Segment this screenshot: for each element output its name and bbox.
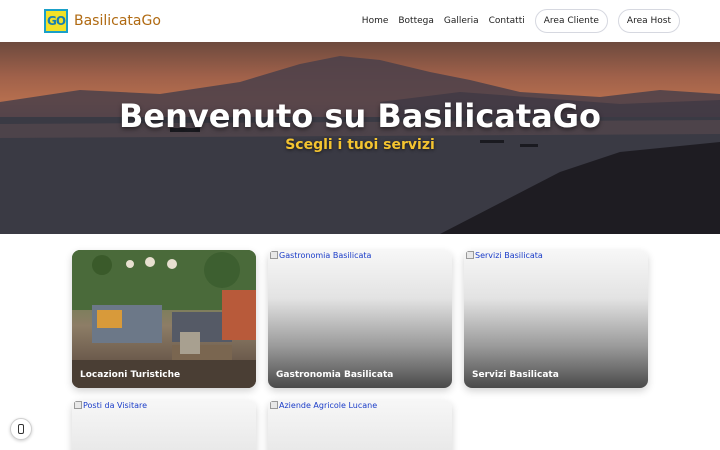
hero-banner: Benvenuto su BasilicataGo Scegli i tuoi … bbox=[0, 42, 720, 234]
card-label: Locazioni Turistiche bbox=[80, 370, 181, 380]
broken-image-icon bbox=[466, 251, 474, 259]
main-nav: Home Bottega Galleria Contatti Area Clie… bbox=[362, 9, 680, 33]
terrace-photo bbox=[72, 250, 256, 388]
logo-icon: GO bbox=[44, 9, 68, 33]
card-aziende-agricole[interactable]: Aziende Agricole Lucane bbox=[268, 400, 452, 450]
card-locazioni-turistiche[interactable]: Locazioni Turistiche bbox=[72, 250, 256, 388]
brand-name[interactable]: BasilicataGo bbox=[74, 13, 161, 29]
card-servizi[interactable]: Servizi Basilicata Servizi Basilicata bbox=[464, 250, 648, 388]
area-host-button[interactable]: Area Host bbox=[617, 9, 680, 33]
card-gastronomia[interactable]: Gastronomia Basilicata Gastronomia Basil… bbox=[268, 250, 452, 388]
site-header: GO BasilicataGo Home Bottega Galleria Co… bbox=[0, 0, 720, 42]
nav-galleria[interactable]: Galleria bbox=[444, 16, 479, 26]
floating-device-button[interactable] bbox=[10, 418, 32, 440]
card-label: Gastronomia Basilicata bbox=[276, 370, 394, 380]
broken-image-alt: Gastronomia Basilicata bbox=[270, 251, 371, 260]
card-label: Servizi Basilicata bbox=[472, 370, 559, 380]
broken-image-icon bbox=[270, 401, 278, 409]
nav-bottega[interactable]: Bottega bbox=[398, 16, 434, 26]
nav-home[interactable]: Home bbox=[362, 16, 389, 26]
broken-image-alt: Posti da Visitare bbox=[74, 401, 147, 410]
area-cliente-button[interactable]: Area Cliente bbox=[534, 9, 608, 33]
logo-link[interactable]: GO BasilicataGo bbox=[44, 9, 161, 33]
hero-title: Benvenuto su BasilicataGo bbox=[118, 97, 602, 135]
broken-image-icon bbox=[74, 401, 82, 409]
logo-text: GO bbox=[46, 14, 66, 28]
broken-image-alt: Aziende Agricole Lucane bbox=[270, 401, 377, 410]
alt-text: Servizi Basilicata bbox=[475, 251, 543, 260]
broken-image-icon bbox=[270, 251, 278, 259]
alt-text: Gastronomia Basilicata bbox=[279, 251, 372, 260]
card-posti-da-visitare[interactable]: Posti da Visitare bbox=[72, 400, 256, 450]
nav-contatti[interactable]: Contatti bbox=[489, 16, 525, 26]
alt-text: Aziende Agricole Lucane bbox=[279, 401, 378, 410]
broken-image-alt: Servizi Basilicata bbox=[466, 251, 543, 260]
phone-icon bbox=[18, 424, 24, 434]
hero-subtitle: Scegli i tuoi servizi bbox=[285, 137, 435, 153]
alt-text: Posti da Visitare bbox=[83, 401, 148, 410]
